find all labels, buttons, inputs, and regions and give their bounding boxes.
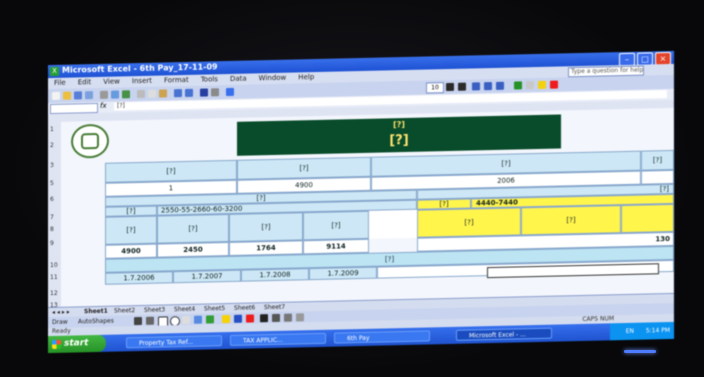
menu-edit[interactable]: Edit — [72, 77, 98, 87]
spelling-icon[interactable] — [122, 90, 130, 99]
tab-scroll-arrows[interactable]: ◂ ◂ ▸ ▸ — [52, 309, 70, 316]
arrow-icon[interactable] — [146, 316, 154, 325]
date-cell[interactable]: 1.7.2009 — [309, 266, 377, 281]
language-indicator[interactable]: EN — [626, 328, 634, 335]
status-indicators: CAPS NUM — [582, 315, 614, 323]
system-tray: EN 5:14 PM — [610, 321, 674, 341]
taskbar-item[interactable]: TAX APPLIC... — [230, 332, 326, 346]
taskbar-item-active[interactable]: Microsoft Excel - ... — [456, 327, 552, 341]
chart-wizard-icon[interactable] — [226, 87, 234, 97]
sort-icon[interactable] — [211, 88, 219, 97]
font-size-select[interactable]: 10 — [426, 82, 444, 94]
undo-icon[interactable] — [174, 89, 182, 98]
column-label[interactable]: [?] — [229, 212, 303, 242]
autoshapes-menu[interactable]: AutoShapes — [78, 318, 114, 326]
italic-icon[interactable] — [458, 82, 466, 91]
save-icon[interactable] — [74, 91, 82, 100]
clock: 5:14 PM — [645, 326, 670, 335]
copy-icon[interactable] — [148, 89, 156, 98]
value-cell[interactable]: 4900 — [105, 243, 157, 259]
column-label[interactable]: [?] — [157, 213, 229, 244]
menu-data[interactable]: Data — [224, 73, 253, 83]
emblem-logo — [71, 123, 109, 159]
excel-screen: X Microsoft Excel - 6th Pay_17-11-09 – □… — [48, 50, 674, 354]
new-icon[interactable] — [52, 91, 60, 101]
line-color-icon[interactable] — [234, 314, 242, 323]
font-color-icon[interactable] — [246, 314, 254, 323]
redo-icon[interactable] — [185, 88, 193, 97]
value-cell[interactable]: 9114 — [303, 238, 369, 255]
excel-app-icon: X — [50, 66, 59, 77]
taskbar-item[interactable]: Property Tax Ref... — [126, 335, 222, 349]
status-text: Ready — [52, 327, 71, 336]
print-icon[interactable] — [100, 90, 108, 99]
tab-sheet1[interactable]: Sheet1 — [84, 308, 108, 316]
arrow-style-icon[interactable] — [284, 313, 292, 322]
menu-format[interactable]: Format — [158, 75, 195, 85]
blank-cell[interactable] — [369, 209, 417, 239]
dash-style-icon[interactable] — [272, 313, 280, 323]
fill-color-icon[interactable] — [222, 314, 230, 324]
tab-sheet3[interactable]: Sheet3 — [144, 306, 165, 313]
column-label[interactable]: [?] — [105, 215, 157, 245]
date-cell[interactable]: 1.7.2007 — [173, 269, 241, 284]
menu-view[interactable]: View — [97, 76, 126, 86]
shadow-icon[interactable] — [296, 313, 304, 322]
tab-sheet2[interactable]: Sheet2 — [114, 307, 135, 314]
tab-sheet4[interactable]: Sheet4 — [174, 306, 195, 313]
menu-insert[interactable]: Insert — [126, 76, 158, 86]
wordart-icon[interactable] — [194, 315, 202, 324]
worksheet-grid[interactable]: [?] [?] [?] [?] [?] [?] 1 4900 2006 [?] … — [61, 107, 674, 307]
textbox-icon[interactable] — [182, 315, 190, 325]
title-banner: [?] [?] — [237, 114, 561, 156]
tab-sheet6[interactable]: Sheet6 — [234, 304, 255, 311]
draw-menu[interactable]: Draw — [52, 319, 68, 326]
window-title: Microsoft Excel - 6th Pay_17-11-09 — [62, 62, 218, 75]
menu-window[interactable]: Window — [253, 73, 293, 83]
merge-center-icon[interactable] — [496, 81, 504, 90]
column-label[interactable] — [621, 203, 674, 234]
menu-file[interactable]: File — [48, 78, 72, 88]
currency-icon[interactable] — [514, 81, 522, 90]
tab-sheet7[interactable]: Sheet7 — [264, 304, 285, 311]
permission-icon[interactable] — [85, 91, 93, 100]
cut-icon[interactable] — [137, 89, 145, 99]
fx-icon: fx — [100, 101, 107, 110]
row-headers: 123 567 8 9 10 11 12 13 — [48, 121, 62, 309]
date-cell[interactable]: 1.7.2006 — [105, 271, 173, 285]
bold-icon[interactable] — [446, 82, 454, 92]
line-style-icon[interactable] — [260, 314, 268, 323]
clipart-icon[interactable] — [206, 315, 214, 324]
autosum-icon[interactable] — [200, 88, 208, 97]
font-color-icon[interactable] — [550, 80, 558, 89]
banner-title: [?] — [389, 132, 409, 149]
value-cell[interactable] — [641, 169, 674, 185]
tab-sheet5[interactable]: Sheet5 — [204, 305, 225, 312]
menu-help[interactable]: Help — [292, 72, 320, 82]
column-label[interactable]: [?] — [521, 205, 621, 236]
print-preview-icon[interactable] — [111, 90, 119, 99]
align-left-icon[interactable] — [472, 82, 480, 91]
paste-icon[interactable] — [159, 89, 167, 98]
borders-icon[interactable] — [526, 81, 534, 90]
fill-color-icon[interactable] — [538, 80, 546, 89]
start-button[interactable]: start — [48, 334, 106, 354]
date-cell[interactable]: 1.7.2008 — [241, 268, 309, 282]
taskbar-item[interactable]: 6th Pay — [334, 330, 430, 344]
header-cell[interactable]: [?] — [641, 149, 674, 171]
menu-tools[interactable]: Tools — [195, 74, 224, 84]
open-icon[interactable] — [63, 91, 71, 100]
column-label[interactable]: [?] — [303, 210, 369, 241]
column-label[interactable]: [?] — [417, 207, 521, 238]
align-center-icon[interactable] — [484, 82, 492, 91]
monitor-power-led — [624, 350, 656, 353]
line-icon[interactable] — [134, 316, 142, 326]
